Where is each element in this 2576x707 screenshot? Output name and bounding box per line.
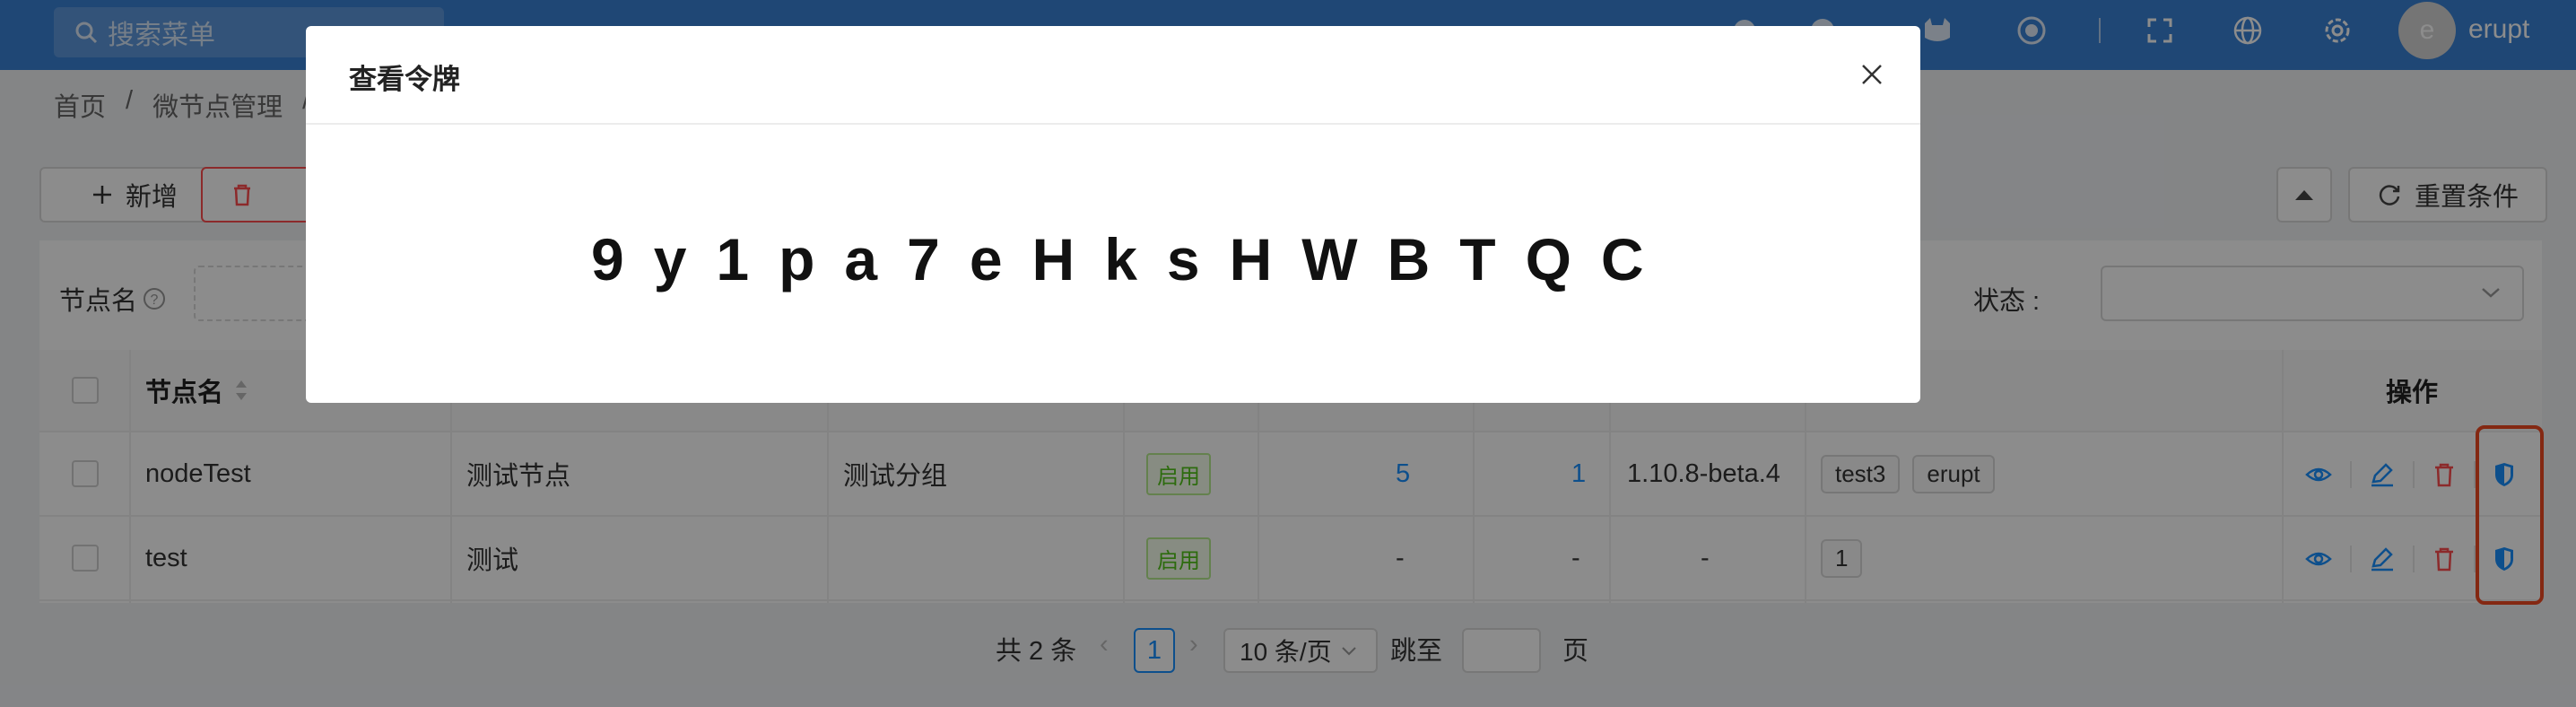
token-value: 9y1pa7eHksHWBTQC xyxy=(591,226,1674,292)
close-icon[interactable] xyxy=(1854,57,1890,92)
token-modal: 查看令牌 9y1pa7eHksHWBTQC xyxy=(306,26,1920,403)
modal-title: 查看令牌 xyxy=(349,64,460,95)
modal-header: 查看令牌 xyxy=(306,26,1920,125)
